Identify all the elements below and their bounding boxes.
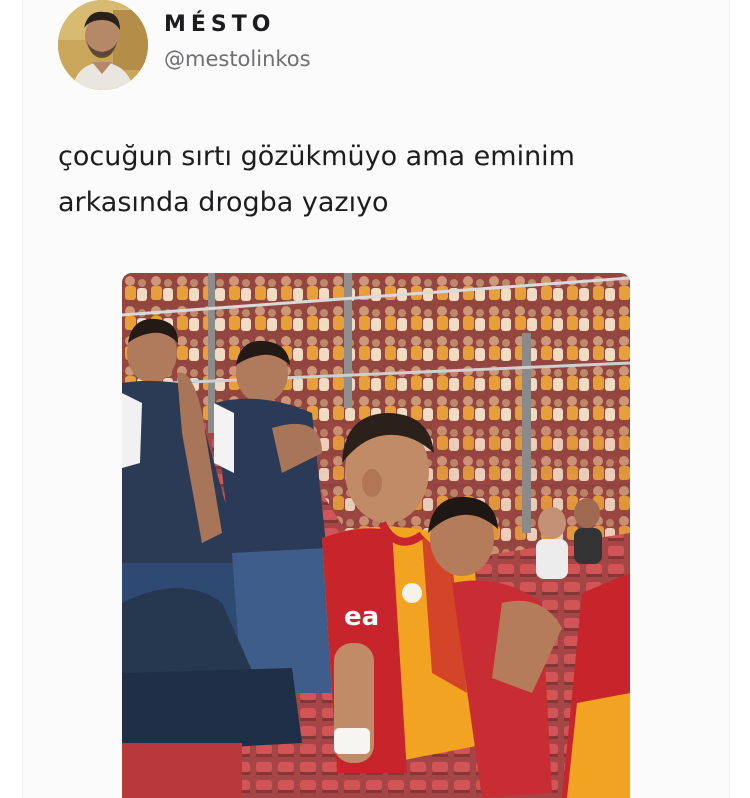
tweet-text: çocuğun sırtı gözükmüyo ama eminim arkas… xyxy=(58,134,698,226)
tweet-text-line-2: arkasında drogba yazıyo xyxy=(58,187,389,218)
tweet-photo[interactable]: ea xyxy=(122,273,630,798)
display-name[interactable]: MÉSTO xyxy=(164,12,311,38)
tweet-header: MÉSTO @mestolinkos xyxy=(58,0,658,90)
avatar[interactable] xyxy=(58,0,148,90)
stadium-photo-icon: ea xyxy=(122,273,630,798)
avatar-photo-icon xyxy=(58,0,148,90)
tweet-text-line-1: çocuğun sırtı gözükmüyo ama eminim xyxy=(58,141,575,172)
jersey-print: ea xyxy=(344,602,379,632)
user-names: MÉSTO @mestolinkos xyxy=(164,12,311,72)
user-handle[interactable]: @mestolinkos xyxy=(164,46,311,72)
